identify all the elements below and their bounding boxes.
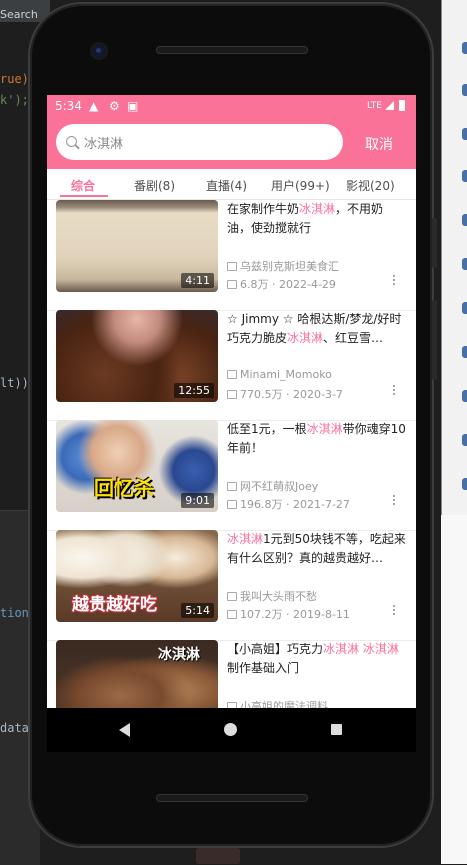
video-title: ☆ Jimmy ☆ 哈根达斯/梦龙/好时巧克力脆皮冰淇淋、红豆雪… <box>227 312 402 345</box>
tool-icon[interactable] <box>462 170 467 182</box>
uploader-icon <box>227 482 237 491</box>
result-tabs: 综合 番剧(8) 直播(4) 用户(99+) 影视(20) <box>47 169 416 200</box>
clipboard-icon: ▣ <box>127 99 139 113</box>
status-bar: 5:34 ▲ ⚙ ▣ LTE <box>47 95 416 117</box>
video-duration: 9:01 <box>181 493 214 508</box>
video-title: 【小高姐】巧克力冰淇淋 冰淇淋制作基础入门 <box>227 642 399 675</box>
tab-bangumi[interactable]: 番剧(8) <box>134 177 175 194</box>
tab-live[interactable]: 直播(4) <box>206 177 247 194</box>
video-thumbnail[interactable]: 越贵越好吃 5:14 <box>56 530 218 622</box>
thumbnail-caption: 回忆杀 <box>94 476 154 500</box>
ide-tool-strip <box>441 0 467 515</box>
tool-icon[interactable] <box>462 42 467 54</box>
battery-icon <box>399 100 405 111</box>
home-icon[interactable] <box>224 723 237 736</box>
video-thumbnail[interactable]: 4:11 <box>56 200 218 292</box>
tab-indicator <box>60 195 108 197</box>
back-icon[interactable] <box>119 723 130 737</box>
android-nav-bar <box>47 708 416 752</box>
search-icon <box>66 136 77 147</box>
signal-icon <box>385 101 394 110</box>
video-item[interactable]: 回忆杀 9:01 低至1元，一根冰淇淋带你魂穿10年前！ 网不红萌叔Joey 1… <box>47 420 416 531</box>
tool-icon[interactable] <box>462 478 467 490</box>
tab-films[interactable]: 影视(20) <box>346 177 395 194</box>
thumbnail-caption: 冰淇淋 <box>158 647 200 663</box>
tool-icon[interactable] <box>462 214 467 226</box>
video-author[interactable]: 乌兹别克斯坦美食汇 <box>227 258 339 274</box>
video-author[interactable]: 小高姐的魔法调料 <box>227 698 328 708</box>
video-item[interactable]: 12:55 ☆ Jimmy ☆ 哈根达斯/梦龙/好时巧克力脆皮冰淇淋、红豆雪… … <box>47 310 416 421</box>
video-title: 低至1元，一根冰淇淋带你魂穿10年前！ <box>227 422 406 455</box>
app-screen: 5:34 ▲ ⚙ ▣ LTE 取消 综合 番剧(8) 直播(4) 用户(99+)… <box>47 95 416 708</box>
play-count-icon <box>227 610 237 619</box>
play-count-icon <box>227 280 237 289</box>
video-item[interactable]: 越贵越好吃 5:14 冰淇淋1元到50块钱不等，吃起来有什么区别？真的越贵越好…… <box>47 530 416 641</box>
cancel-button[interactable]: 取消 <box>365 134 393 154</box>
uploader-icon <box>227 370 237 379</box>
video-title: 冰淇淋1元到50块钱不等，吃起来有什么区别？真的越贵越好… <box>227 532 406 565</box>
usb-connector <box>196 848 240 864</box>
tool-icon[interactable] <box>462 346 467 358</box>
search-header: 取消 <box>47 117 416 169</box>
power-button[interactable] <box>432 218 437 268</box>
video-author[interactable]: 我叫大头雨不愁 <box>227 588 317 604</box>
tool-icon[interactable] <box>462 434 467 446</box>
video-author[interactable]: 网不红萌叔Joey <box>227 478 318 494</box>
top-speaker <box>156 46 308 54</box>
gear-icon: ⚙ <box>109 99 120 113</box>
tool-icon[interactable] <box>462 128 467 140</box>
tool-icon[interactable] <box>462 258 467 270</box>
warning-icon: ▲ <box>89 99 99 113</box>
video-meta: 770.5万 · 2020-3-7 <box>227 386 343 402</box>
thumbnail-caption: 越贵越好吃 <box>72 595 157 615</box>
status-time: 5:34 <box>55 99 82 113</box>
play-count-icon <box>227 500 237 509</box>
play-count-icon <box>227 390 237 399</box>
tool-icon[interactable] <box>462 390 467 402</box>
video-meta: 107.2万 · 2019-8-11 <box>227 606 350 622</box>
more-options-icon[interactable] <box>392 384 396 400</box>
more-options-icon[interactable] <box>392 604 396 620</box>
uploader-icon <box>227 592 237 601</box>
video-thumbnail[interactable]: 冰淇淋 <box>56 640 218 708</box>
video-meta: 6.8万 · 2022-4-29 <box>227 276 336 292</box>
recent-apps-icon[interactable] <box>331 724 342 735</box>
search-box[interactable] <box>56 124 343 160</box>
video-item[interactable]: 4:11 在家制作牛奶冰淇淋，不用奶油，使劲搅就行 乌兹别克斯坦美食汇 6.8万… <box>47 200 416 311</box>
video-duration: 12:55 <box>174 383 214 398</box>
tool-icon[interactable] <box>462 84 467 96</box>
video-item[interactable]: 冰淇淋 【小高姐】巧克力冰淇淋 冰淇淋制作基础入门 小高姐的魔法调料 <box>47 640 416 708</box>
video-duration: 5:14 <box>181 603 214 618</box>
ide-search-label: Search <box>0 8 38 21</box>
tool-icon[interactable] <box>462 302 467 314</box>
video-thumbnail[interactable]: 12:55 <box>56 310 218 402</box>
video-duration: 4:11 <box>181 273 214 288</box>
video-title: 在家制作牛奶冰淇淋，不用奶油，使劲搅就行 <box>227 202 384 235</box>
tab-all[interactable]: 综合 <box>71 177 95 194</box>
uploader-icon <box>227 262 237 271</box>
volume-button[interactable] <box>432 300 437 380</box>
network-type: LTE <box>367 101 382 111</box>
more-options-icon[interactable] <box>392 494 396 510</box>
more-options-icon[interactable] <box>392 274 396 290</box>
tab-users[interactable]: 用户(99+) <box>271 177 330 194</box>
video-author[interactable]: Minami_Momoko <box>227 368 332 381</box>
ide-empty-panel <box>441 515 467 864</box>
video-thumbnail[interactable]: 回忆杀 9:01 <box>56 420 218 512</box>
bottom-speaker <box>156 794 308 802</box>
ide-search-tab[interactable]: Search <box>0 0 50 22</box>
front-camera <box>92 44 106 58</box>
video-meta: 196.8万 · 2021-7-27 <box>227 496 350 512</box>
search-input[interactable] <box>84 124 334 160</box>
